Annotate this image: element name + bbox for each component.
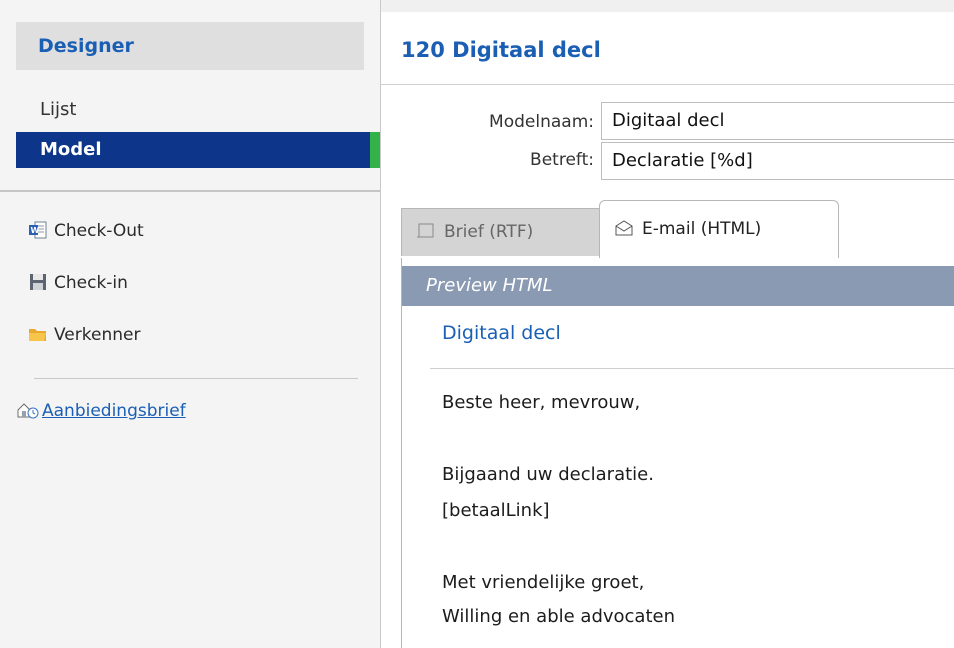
- aanbiedingsbrief-label: Aanbiedingsbrief: [42, 401, 186, 421]
- sidebar: Designer Lijst Model W Check-Out Check-i…: [0, 0, 381, 648]
- sidebar-item-lijst[interactable]: Lijst: [16, 92, 380, 128]
- verkenner-label: Verkenner: [54, 325, 141, 345]
- verkenner-action[interactable]: Verkenner: [28, 320, 140, 350]
- document-icon: [416, 211, 436, 238]
- aanbiedingsbrief-link[interactable]: Aanbiedingsbrief: [16, 396, 186, 426]
- svg-text:W: W: [31, 226, 40, 235]
- preview-divider: [430, 368, 954, 369]
- tab-email-html[interactable]: E-mail (HTML): [599, 200, 839, 258]
- tab-email-label: E-mail (HTML): [642, 219, 762, 239]
- modelnaam-label: Modelnaam:: [489, 112, 594, 132]
- word-document-icon: W: [28, 220, 48, 240]
- sidebar-divider: [0, 190, 380, 192]
- template-tabs: Brief (RTF) E-mail (HTML): [401, 200, 954, 258]
- betreft-field[interactable]: Declaratie [%d]: [601, 142, 954, 180]
- folder-icon: [28, 324, 48, 344]
- check-out-action[interactable]: W Check-Out: [28, 216, 144, 246]
- page-title: 120 Digitaal decl: [401, 38, 601, 62]
- check-in-label: Check-in: [54, 273, 128, 293]
- betreft-label: Betreft:: [530, 150, 594, 170]
- modelnaam-field[interactable]: Digitaal decl: [601, 102, 954, 140]
- preview-line: Beste heer, mevrouw,: [442, 392, 641, 413]
- preview-header: Preview HTML: [402, 266, 954, 306]
- title-divider: [381, 84, 954, 85]
- sidebar-header-designer[interactable]: Designer: [16, 22, 364, 70]
- envelope-icon: [614, 203, 634, 236]
- offer-letter-icon: [16, 400, 40, 420]
- preview-line: Met vriendelijke groet,: [442, 572, 645, 593]
- preview-line: Willing en able advocaten: [442, 606, 676, 627]
- check-in-action[interactable]: Check-in: [28, 268, 128, 298]
- check-out-label: Check-Out: [54, 221, 144, 241]
- top-strip: [381, 0, 954, 12]
- main-panel: 120 Digitaal decl Modelnaam: Digitaal de…: [381, 0, 954, 648]
- tab-brief-rtf[interactable]: Brief (RTF): [401, 208, 601, 256]
- sidebar-thin-divider: [34, 378, 358, 379]
- preview-subject: Digitaal decl: [442, 322, 561, 344]
- preview-line: Bijgaand uw declaratie.: [442, 464, 654, 485]
- preview-line: [betaalLink]: [442, 500, 550, 521]
- html-preview-panel: Preview HTML Digitaal decl Beste heer, m…: [401, 258, 954, 648]
- floppy-disk-icon: [28, 272, 48, 292]
- tab-brief-label: Brief (RTF): [444, 222, 534, 242]
- sidebar-item-model[interactable]: Model: [16, 132, 380, 168]
